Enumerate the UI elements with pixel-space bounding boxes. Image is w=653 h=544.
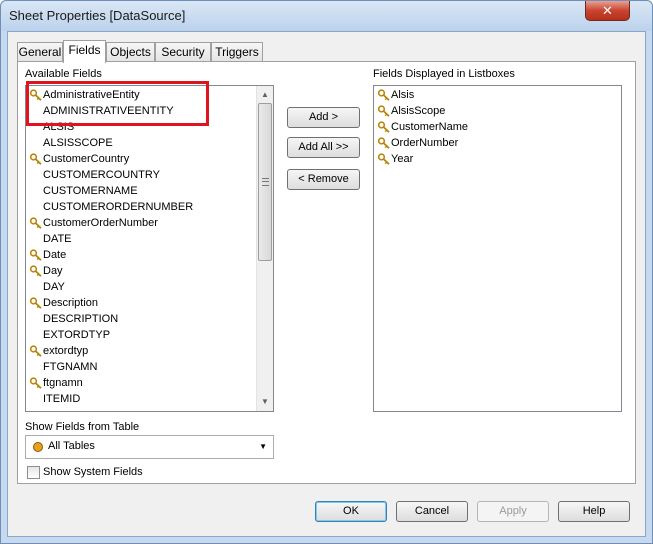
displayed-fields-label: Fields Displayed in Listboxes: [373, 68, 515, 80]
list-item[interactable]: DATE: [28, 231, 253, 247]
list-item-label: DATE: [43, 233, 72, 245]
title-bar[interactable]: Sheet Properties [DataSource] ✕: [1, 1, 652, 31]
list-item-label: CUSTOMERNAME: [43, 185, 138, 197]
list-item[interactable]: Description: [28, 295, 253, 311]
list-item-label: ADMINISTRATIVEENTITY: [43, 105, 174, 117]
chevron-down-icon[interactable]: ▼: [259, 442, 267, 451]
list-item[interactable]: CustomerName: [376, 119, 601, 135]
list-item-label: CUSTOMERORDERNUMBER: [43, 201, 194, 213]
system-fields-label: Show System Fields: [43, 466, 143, 478]
available-fields-listbox[interactable]: ▲ ▼ AdministrativeEntity ADMINISTRATIVEEN…: [25, 85, 274, 412]
key-icon: [377, 105, 390, 117]
remove-button[interactable]: < Remove: [287, 169, 360, 190]
key-icon: [29, 249, 42, 261]
list-item-label: ITEMID: [43, 393, 81, 405]
list-item[interactable]: FTGNAMN: [28, 359, 253, 375]
available-fields-scrollbar[interactable]: ▲ ▼: [256, 86, 273, 411]
key-icon: [29, 153, 42, 165]
list-item[interactable]: ADMINISTRATIVEENTITY: [28, 103, 253, 119]
list-item[interactable]: CUSTOMERNAME: [28, 183, 253, 199]
list-item[interactable]: DAY: [28, 279, 253, 295]
list-item-label: ftgnamn: [43, 377, 83, 389]
list-item[interactable]: Day: [28, 263, 253, 279]
list-item-label: extordtyp: [43, 345, 89, 357]
displayed-fields-listbox[interactable]: Alsis AlsisScope CustomerName OrderNumber Ye…: [373, 85, 622, 412]
available-fields-label: Available Fields: [25, 68, 102, 80]
ok-button[interactable]: OK: [315, 501, 387, 522]
show-fields-label: Show Fields from Table: [25, 421, 140, 433]
tab-fields[interactable]: Fields: [63, 40, 106, 63]
list-item-label: AdministrativeEntity: [43, 89, 140, 101]
key-icon: [377, 153, 390, 165]
scroll-down-arrow-icon[interactable]: ▼: [257, 394, 273, 410]
window-title: Sheet Properties [DataSource]: [9, 8, 186, 23]
add-button[interactable]: Add >: [287, 107, 360, 128]
list-item-label: OrderNumber: [391, 137, 459, 149]
list-item-label: DESCRIPTION: [43, 313, 119, 325]
list-item[interactable]: ALSIS: [28, 119, 253, 135]
scroll-up-arrow-icon[interactable]: ▲: [257, 87, 273, 103]
list-item-label: Day: [43, 265, 63, 277]
key-icon: [29, 377, 42, 389]
list-item[interactable]: ITEMID: [28, 391, 253, 407]
list-item[interactable]: Date: [28, 247, 253, 263]
list-item-label: Year: [391, 153, 414, 165]
list-item[interactable]: DESCRIPTION: [28, 311, 253, 327]
list-item[interactable]: EXTORDTYP: [28, 327, 253, 343]
key-icon: [377, 137, 390, 149]
list-item[interactable]: AlsisScope: [376, 103, 601, 119]
list-item[interactable]: CustomerOrderNumber: [28, 215, 253, 231]
list-item-label: AlsisScope: [391, 105, 446, 117]
list-item[interactable]: CUSTOMERORDERNUMBER: [28, 199, 253, 215]
list-item-label: Alsis: [391, 89, 415, 101]
list-item[interactable]: Year: [376, 151, 601, 167]
list-item[interactable]: AdministrativeEntity: [28, 87, 253, 103]
table-select-value: All Tables: [48, 440, 95, 452]
list-item-label: ALSIS: [43, 121, 75, 133]
list-item[interactable]: ftgnamn: [28, 375, 253, 391]
list-item-label: Date: [43, 249, 67, 261]
key-icon: [377, 121, 390, 133]
key-icon: [377, 89, 390, 101]
key-icon: [29, 345, 42, 357]
key-icon: [29, 217, 42, 229]
system-fields-checkbox[interactable]: [27, 466, 40, 479]
tab-general[interactable]: General: [17, 42, 63, 62]
list-item[interactable]: CustomerCountry: [28, 151, 253, 167]
list-item-label: DAY: [43, 281, 65, 293]
list-item-label: FTGNAMN: [43, 361, 98, 373]
tab-triggers[interactable]: Triggers: [211, 42, 263, 62]
list-item-label: ALSISSCOPE: [43, 137, 113, 149]
cancel-button[interactable]: Cancel: [396, 501, 468, 522]
close-button[interactable]: ✕: [585, 1, 630, 21]
list-item[interactable]: extordtyp: [28, 343, 253, 359]
scrollbar-thumb[interactable]: [258, 103, 272, 261]
key-icon: [29, 89, 42, 101]
list-item-label: CUSTOMERCOUNTRY: [43, 169, 160, 181]
add-all-button[interactable]: Add All >>: [287, 137, 360, 158]
list-item[interactable]: ALSISSCOPE: [28, 135, 253, 151]
tab-security[interactable]: Security: [155, 42, 211, 62]
list-item-label: CustomerCountry: [43, 153, 130, 165]
table-select[interactable]: All Tables ▼: [25, 435, 274, 459]
close-icon: ✕: [602, 2, 613, 18]
list-item[interactable]: OrderNumber: [376, 135, 601, 151]
grip-icon: [262, 178, 269, 186]
key-icon: [29, 265, 42, 277]
list-item[interactable]: Alsis: [376, 87, 601, 103]
key-icon: [29, 297, 42, 309]
list-item-label: Description: [43, 297, 99, 309]
list-item-label: CustomerOrderNumber: [43, 217, 158, 229]
sheet-properties-dialog: Sheet Properties [DataSource] ✕ General …: [0, 0, 653, 544]
tab-objects[interactable]: Objects: [106, 42, 155, 62]
list-item[interactable]: CUSTOMERCOUNTRY: [28, 167, 253, 183]
apply-button[interactable]: Apply: [477, 501, 549, 522]
list-item-label: CustomerName: [391, 121, 469, 133]
help-button[interactable]: Help: [558, 501, 630, 522]
table-dot-icon: [33, 442, 43, 452]
list-item-label: EXTORDTYP: [43, 329, 111, 341]
